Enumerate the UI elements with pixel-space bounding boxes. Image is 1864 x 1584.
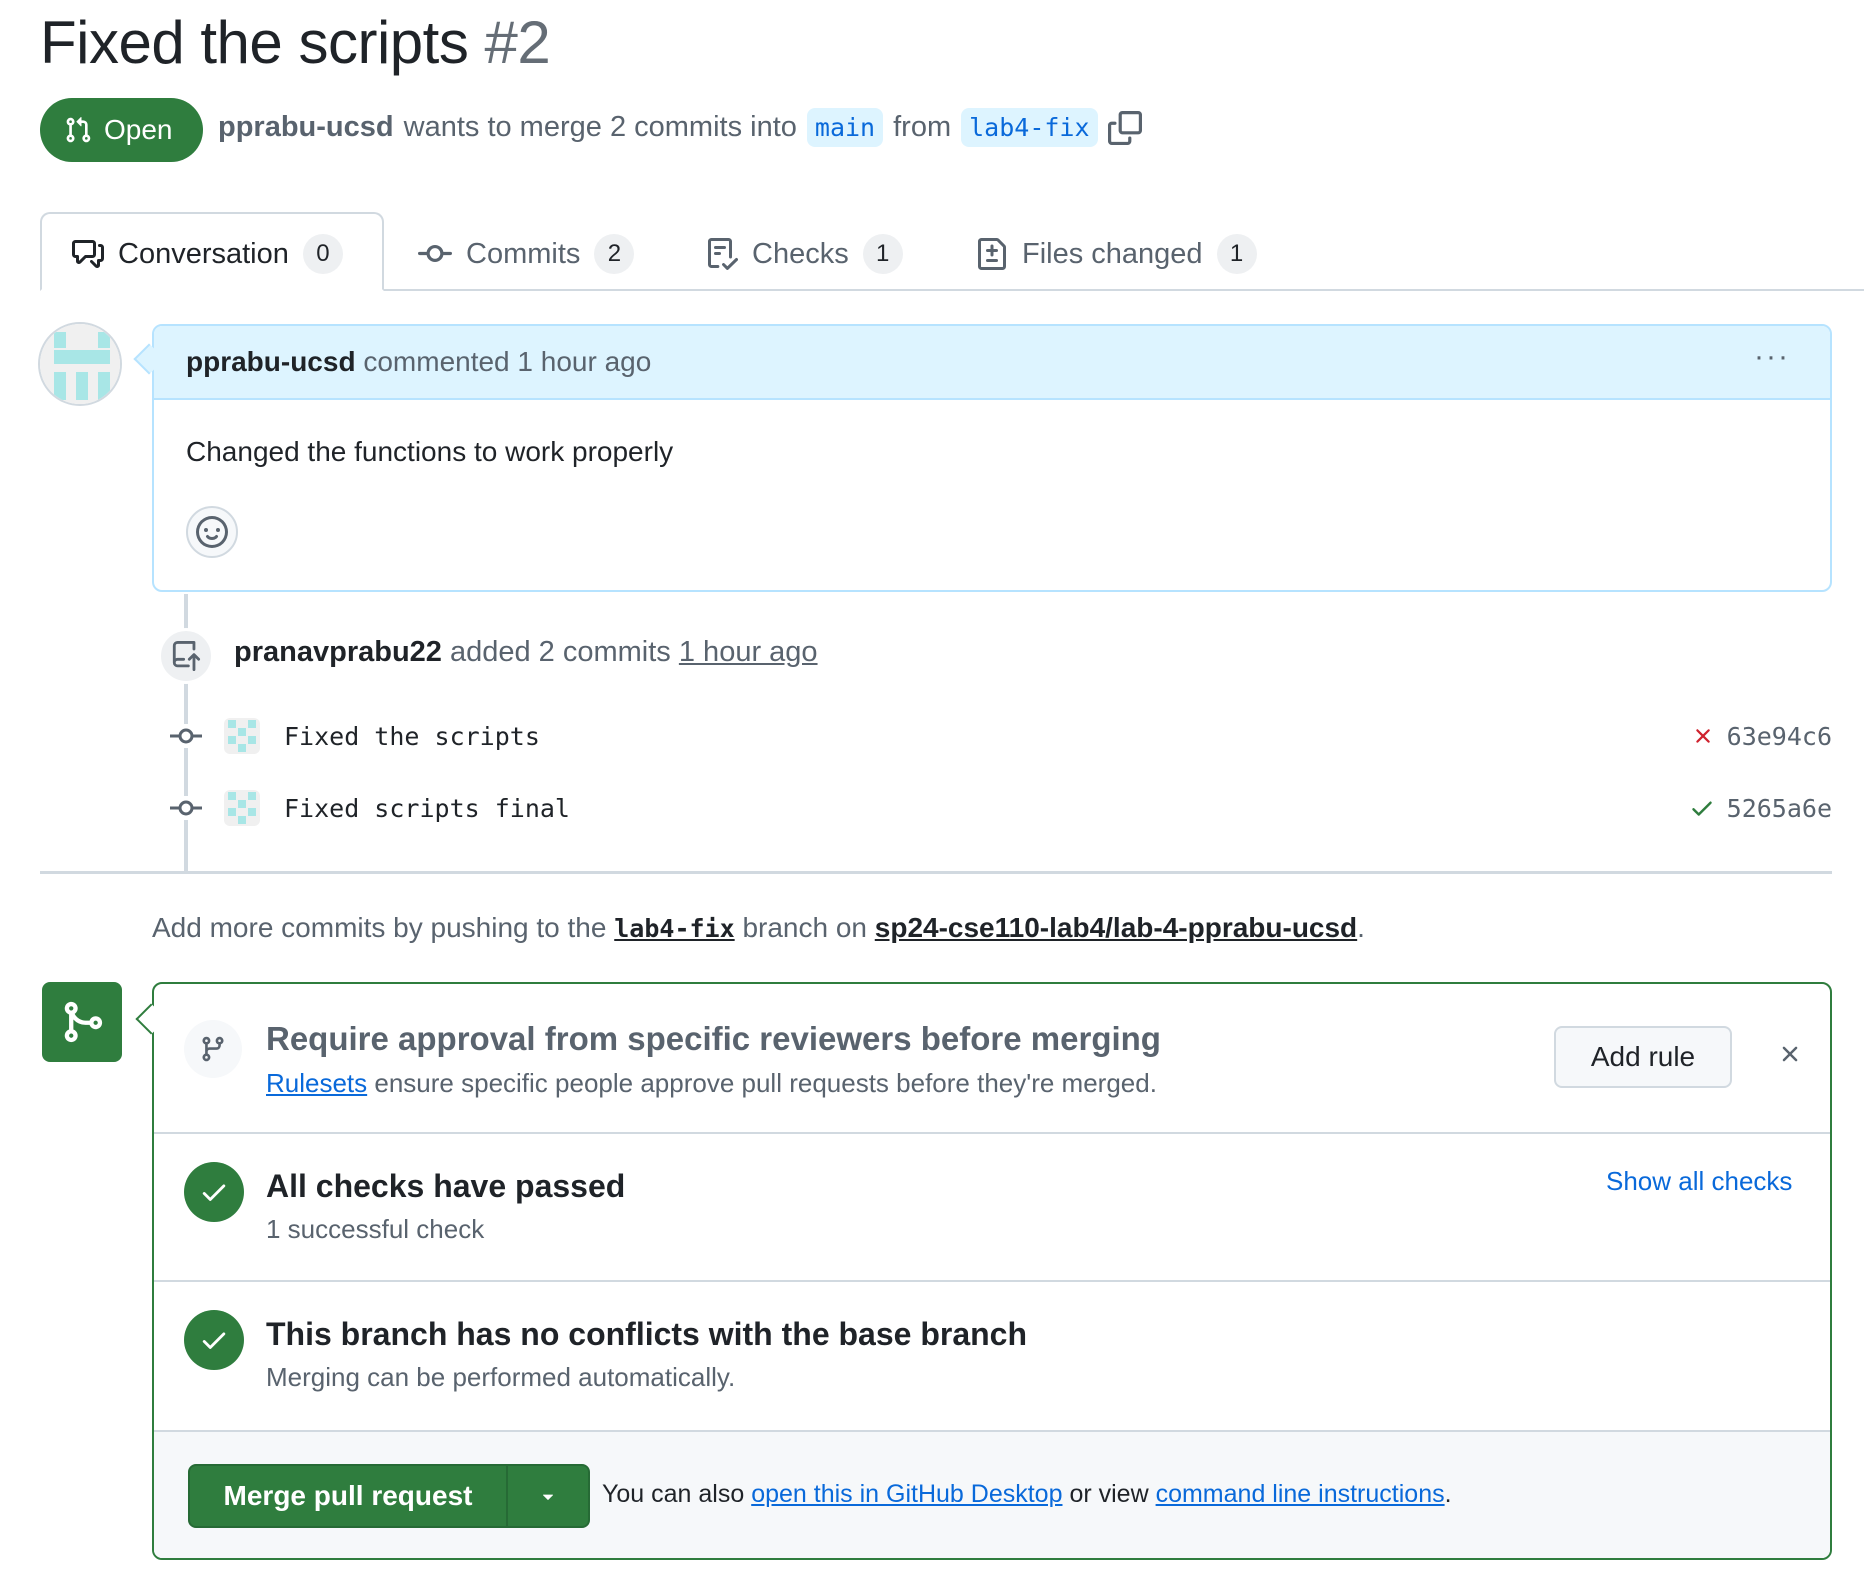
tab-checks-count: 1 bbox=[862, 234, 903, 274]
timeline-badge bbox=[158, 628, 214, 684]
add-reaction-button[interactable] bbox=[186, 506, 238, 558]
commit-message-link[interactable]: Fixed the scripts bbox=[284, 722, 540, 751]
tab-checks-label: Checks bbox=[752, 237, 849, 270]
push-note-middle: branch on bbox=[742, 912, 867, 943]
comment-byline: pprabu-ucsd commented 1 hour ago bbox=[186, 346, 651, 378]
git-pull-request-icon bbox=[66, 117, 91, 143]
state-badge: Open bbox=[40, 98, 203, 162]
rulesets-link[interactable]: Rulesets bbox=[266, 1068, 367, 1098]
rule-subtitle: Rulesets ensure specific people approve … bbox=[266, 1068, 1157, 1099]
tab-conversation[interactable]: Conversation 0 bbox=[72, 230, 343, 278]
triangle-down-icon bbox=[542, 1494, 554, 1500]
tab-conversation-label: Conversation bbox=[118, 237, 289, 270]
add-rule-button[interactable]: Add rule bbox=[1554, 1026, 1732, 1088]
pr-title: Fixed the scripts #2 bbox=[40, 8, 551, 77]
checks-passed-badge bbox=[184, 1162, 244, 1222]
state-label: Open bbox=[104, 114, 173, 145]
push-note-branch[interactable]: lab4-fix bbox=[614, 914, 734, 943]
push-note: Add more commits by pushing to the lab4-… bbox=[152, 912, 1365, 944]
tab-commits[interactable]: Commits 2 bbox=[418, 230, 635, 278]
merge-button-group: Merge pull request bbox=[188, 1464, 590, 1528]
from-text: from bbox=[893, 111, 952, 143]
tab-files-changed[interactable]: Files changed 1 bbox=[976, 230, 1257, 278]
git-commit-icon bbox=[168, 724, 204, 748]
timeline-time-link[interactable]: 1 hour ago bbox=[679, 636, 818, 668]
commit-sha-group: 5265a6e bbox=[1689, 794, 1832, 823]
pr-number: #2 bbox=[484, 9, 551, 76]
commit-row: Fixed scripts final 5265a6e bbox=[168, 788, 1832, 828]
tab-files-changed-label: Files changed bbox=[1022, 237, 1203, 270]
comment-body: Changed the functions to work properly bbox=[186, 436, 674, 467]
no-conflicts-badge bbox=[184, 1310, 244, 1370]
commit-message-link[interactable]: Fixed scripts final bbox=[284, 794, 570, 823]
merge-text: wants to merge 2 commits into bbox=[403, 111, 797, 143]
check-icon bbox=[202, 1184, 226, 1201]
comment-author-link[interactable]: pprabu-ucsd bbox=[186, 346, 356, 377]
checks-subtitle: 1 successful check bbox=[266, 1214, 485, 1244]
command-line-instructions-link[interactable]: command line instructions bbox=[1156, 1480, 1445, 1508]
pr-meta: pprabu-ucsd wants to merge 2 commits int… bbox=[218, 108, 1142, 147]
dismiss-button[interactable] bbox=[1770, 1034, 1810, 1074]
avatar[interactable] bbox=[38, 322, 122, 406]
commit-author-avatar[interactable] bbox=[224, 790, 260, 826]
section-divider bbox=[154, 1280, 1830, 1282]
commit-row: Fixed the scripts 63e94c6 bbox=[168, 716, 1832, 756]
merge-box: Require approval from specific reviewers… bbox=[152, 982, 1832, 1560]
timeline-divider bbox=[40, 871, 1832, 874]
commit-sha-link[interactable]: 5265a6e bbox=[1727, 794, 1832, 823]
merge-pull-request-button[interactable]: Merge pull request bbox=[190, 1466, 508, 1526]
timeline-event: pranavprabu22 added 2 commits 1 hour ago bbox=[234, 636, 818, 669]
tab-checks[interactable]: Checks 1 bbox=[706, 230, 903, 278]
checks-title: All checks have passed bbox=[266, 1168, 626, 1204]
file-diff-icon bbox=[978, 238, 1006, 270]
tab-commits-count: 2 bbox=[594, 234, 635, 274]
rule-title: Require approval from specific reviewers… bbox=[266, 1020, 1161, 1057]
x-icon[interactable] bbox=[1691, 724, 1715, 748]
kebab-horizontal-icon[interactable]: ··· bbox=[1754, 340, 1790, 374]
identicon-image bbox=[40, 324, 120, 404]
copy-icon[interactable] bbox=[1107, 110, 1142, 145]
conflicts-subtitle: Merging can be performed automatically. bbox=[266, 1362, 736, 1392]
commit-sha-group: 63e94c6 bbox=[1691, 722, 1832, 751]
section-divider bbox=[154, 1132, 1830, 1134]
smiley-icon bbox=[196, 516, 228, 548]
merge-method-dropdown[interactable] bbox=[508, 1466, 588, 1526]
tab-conversation-count: 0 bbox=[302, 234, 343, 274]
push-note-repo-link[interactable]: sp24-cse110-lab4/lab-4-pprabu-ucsd bbox=[875, 912, 1357, 943]
base-branch[interactable]: main bbox=[806, 108, 884, 147]
conflicts-title: This branch has no conflicts with the ba… bbox=[266, 1316, 1028, 1352]
comment-meta[interactable]: commented 1 hour ago bbox=[363, 346, 651, 377]
show-all-checks-link[interactable]: Show all checks bbox=[1606, 1166, 1792, 1197]
timeline-actor-link[interactable]: pranavprabu22 bbox=[234, 636, 442, 668]
pr-author-link[interactable]: pprabu-ucsd bbox=[218, 111, 394, 144]
git-commit-icon bbox=[168, 796, 204, 820]
merge-note: You can also open this in GitHub Desktop… bbox=[602, 1480, 1452, 1509]
rule-subtitle-text: ensure specific people approve pull requ… bbox=[374, 1068, 1157, 1098]
merge-note-suffix: . bbox=[1444, 1480, 1452, 1508]
open-in-desktop-link[interactable]: open this in GitHub Desktop bbox=[751, 1480, 1062, 1508]
pr-title-text: Fixed the scripts bbox=[40, 9, 469, 76]
commit-author-avatar[interactable] bbox=[224, 718, 260, 754]
repo-push-icon bbox=[172, 641, 201, 671]
check-icon bbox=[202, 1332, 226, 1349]
git-merge-icon bbox=[64, 1001, 103, 1043]
check-icon[interactable] bbox=[1689, 795, 1715, 821]
merge-status-icon bbox=[42, 982, 122, 1062]
timeline-action: added 2 commits bbox=[449, 636, 671, 668]
commit-sha-link[interactable]: 63e94c6 bbox=[1727, 722, 1832, 751]
head-branch[interactable]: lab4-fix bbox=[961, 108, 1098, 147]
rule-icon-wrapper bbox=[184, 1020, 242, 1078]
comment-discussion-icon bbox=[72, 240, 104, 268]
push-note-suffix: . bbox=[1357, 912, 1365, 943]
checklist-icon bbox=[708, 238, 738, 270]
merge-note-prefix: You can also bbox=[602, 1480, 745, 1508]
git-commit-icon bbox=[418, 244, 452, 262]
merge-note-middle: or view bbox=[1069, 1480, 1149, 1508]
tab-files-changed-count: 1 bbox=[1216, 234, 1257, 274]
push-note-prefix: Add more commits by pushing to the bbox=[152, 912, 607, 943]
close-icon bbox=[1782, 1046, 1798, 1062]
git-branch-icon bbox=[202, 1036, 224, 1062]
tab-commits-label: Commits bbox=[466, 237, 581, 270]
